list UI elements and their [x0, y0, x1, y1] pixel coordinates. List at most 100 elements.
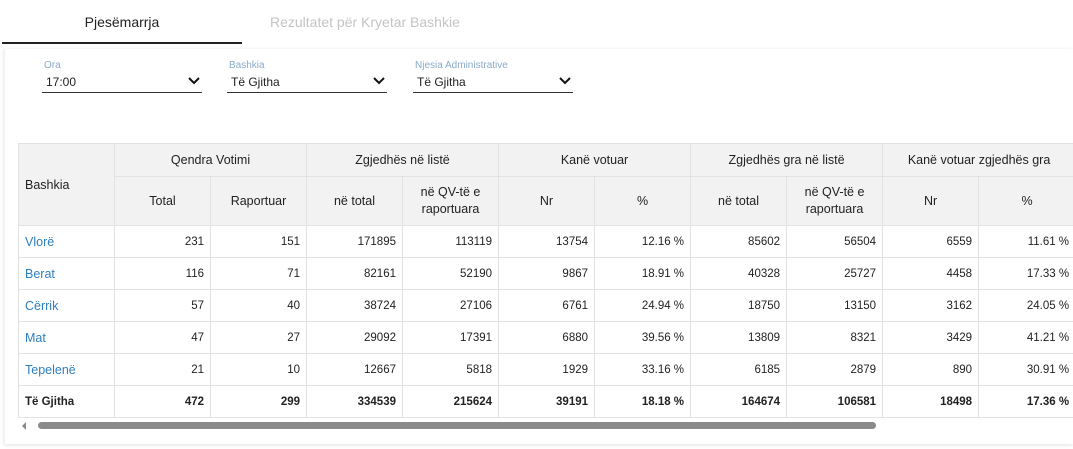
total-row-label: Të Gjitha: [18, 385, 115, 418]
cell-nr: 9867: [498, 257, 596, 290]
table-total-row: Të Gjitha 472 299 334539 215624 39191 18…: [18, 385, 1073, 418]
subheader-gra-qv-raportuara: në QV-të e raportuara: [786, 176, 884, 226]
row-name-link[interactable]: Berat: [18, 257, 115, 290]
cell-raportuar: 299: [210, 385, 307, 418]
caret-left-icon[interactable]: [20, 421, 28, 431]
table-row: Vlorë 231 151 171895 113119 13754 12.16 …: [18, 225, 1073, 258]
cell-gra-qv: 13150: [786, 289, 884, 322]
cell-raportuar: 151: [210, 225, 307, 258]
cell-gra-qv: 2879: [786, 353, 884, 386]
cell-qv: 17391: [401, 321, 500, 354]
chevron-down-icon: [559, 77, 571, 85]
cell-gra-total: 85602: [690, 225, 788, 258]
cell-ne-total: 171895: [306, 225, 403, 258]
filter-ora-label: Ora: [44, 60, 61, 71]
subheader-gra-qv-line2: raportuara: [805, 202, 864, 216]
cell-gra-nr: 3162: [882, 289, 980, 322]
header-gra-votuar: Kanë votuar zgjedhës gra: [882, 143, 1073, 177]
row-name-link[interactable]: Tepelenë: [18, 353, 115, 386]
cell-gra-nr: 18498: [882, 385, 980, 418]
cell-pct: 18.18 %: [594, 385, 692, 418]
cell-gra-qv: 106581: [786, 385, 884, 418]
header-bashkia: Bashkia: [18, 143, 115, 226]
cell-gra-nr: 3429: [882, 321, 980, 354]
filter-ora: Ora 17:00: [42, 59, 202, 93]
cell-gra-nr: 6559: [882, 225, 980, 258]
cell-gra-nr: 4458: [882, 257, 980, 290]
cell-nr: 39191: [498, 385, 596, 418]
ora-select-value: 17:00: [46, 75, 77, 89]
subheader-gra-ne-total: në total: [690, 176, 788, 226]
filter-njesia: Njesia Administrative Të Gjitha: [413, 59, 573, 93]
cell-gra-pct: 41.21 %: [978, 321, 1073, 354]
table-row: Berat 116 71 82161 52190 9867 18.91 % 40…: [18, 257, 1073, 290]
cell-gra-nr: 890: [882, 353, 980, 386]
tab-bar: Pjesëmarrja Rezultatet për Kryetar Bashk…: [0, 0, 1073, 44]
cell-gra-total: 6185: [690, 353, 788, 386]
subheader-raportuar: Raportuar: [210, 176, 307, 226]
cell-gra-qv: 8321: [786, 321, 884, 354]
row-name-link[interactable]: Vlorë: [18, 225, 115, 258]
filter-bashkia: Bashkia Të Gjitha: [227, 59, 387, 93]
filter-njesia-label: Njesia Administrative: [415, 60, 508, 71]
cell-raportuar: 27: [210, 321, 307, 354]
subheader-qv-line1: në QV-të e: [420, 185, 481, 199]
subheader-ne-total: në total: [306, 176, 403, 226]
cell-gra-pct: 11.61 %: [978, 225, 1073, 258]
subheader-nr: Nr: [498, 176, 596, 226]
njesia-select[interactable]: Të Gjitha: [413, 72, 573, 93]
cell-raportuar: 40: [210, 289, 307, 322]
chevron-down-icon: [188, 77, 200, 85]
bashkia-select[interactable]: Të Gjitha: [227, 72, 387, 93]
cell-raportuar: 71: [210, 257, 307, 290]
cell-ne-total: 12667: [306, 353, 403, 386]
subheader-gra-pct: %: [978, 176, 1073, 226]
header-zgjedhes-gra: Zgjedhës gra në listë: [690, 143, 884, 177]
row-name-link[interactable]: Mat: [18, 321, 115, 354]
cell-gra-pct: 24.05 %: [978, 289, 1073, 322]
cell-ne-total: 82161: [306, 257, 403, 290]
cell-gra-total: 40328: [690, 257, 788, 290]
cell-gra-pct: 17.36 %: [978, 385, 1073, 418]
cell-ne-total: 38724: [306, 289, 403, 322]
table-row: Cërrik 57 40 38724 27106 6761 24.94 % 18…: [18, 289, 1073, 322]
cell-total: 116: [114, 257, 211, 290]
row-name-link[interactable]: Cërrik: [18, 289, 115, 322]
cell-gra-qv: 56504: [786, 225, 884, 258]
cell-gra-pct: 17.33 %: [978, 257, 1073, 290]
cell-nr: 6880: [498, 321, 596, 354]
cell-total: 21: [114, 353, 211, 386]
cell-pct: 33.16 %: [594, 353, 692, 386]
header-zgjedhes: Zgjedhës në listë: [305, 143, 500, 177]
table-row: Tepelenë 21 10 12667 5818 1929 33.16 % 6…: [18, 353, 1073, 386]
cell-gra-total: 13809: [690, 321, 788, 354]
cell-gra-qv: 25727: [786, 257, 884, 290]
filter-bashkia-label: Bashkia: [229, 60, 265, 71]
subheader-qv-raportuara: në QV-të e raportuara: [401, 176, 500, 226]
turnout-table-wrapper[interactable]: Bashkia Qendra Votimi Zgjedhës në listë …: [18, 143, 1073, 418]
cell-pct: 18.91 %: [594, 257, 692, 290]
cell-nr: 13754: [498, 225, 596, 258]
subheader-gra-qv-line1: në QV-të e: [804, 185, 865, 199]
ora-select[interactable]: 17:00: [42, 72, 202, 93]
cell-raportuar: 10: [210, 353, 307, 386]
cell-total: 57: [114, 289, 211, 322]
content-panel: Ora 17:00 Bashkia Të Gjitha Njesia Admin…: [4, 49, 1073, 444]
subheader-pct: %: [594, 176, 692, 226]
tab-rezultatet[interactable]: Rezultatet për Kryetar Bashkie: [270, 14, 460, 44]
cell-total: 47: [114, 321, 211, 354]
cell-gra-total: 164674: [690, 385, 788, 418]
cell-pct: 24.94 %: [594, 289, 692, 322]
horizontal-scrollbar[interactable]: [18, 420, 1073, 432]
subheader-qv-line2: raportuara: [421, 202, 480, 216]
tab-pjesemarrja[interactable]: Pjesëmarrja: [2, 14, 242, 44]
cell-qv: 27106: [401, 289, 500, 322]
cell-total: 231: [114, 225, 211, 258]
cell-gra-pct: 30.91 %: [978, 353, 1073, 386]
header-qendra-votimi: Qendra Votimi: [114, 143, 307, 177]
cell-pct: 39.56 %: [594, 321, 692, 354]
cell-qv: 215624: [401, 385, 500, 418]
scrollbar-thumb[interactable]: [38, 422, 876, 429]
cell-gra-total: 18750: [690, 289, 788, 322]
chevron-down-icon: [373, 77, 385, 85]
